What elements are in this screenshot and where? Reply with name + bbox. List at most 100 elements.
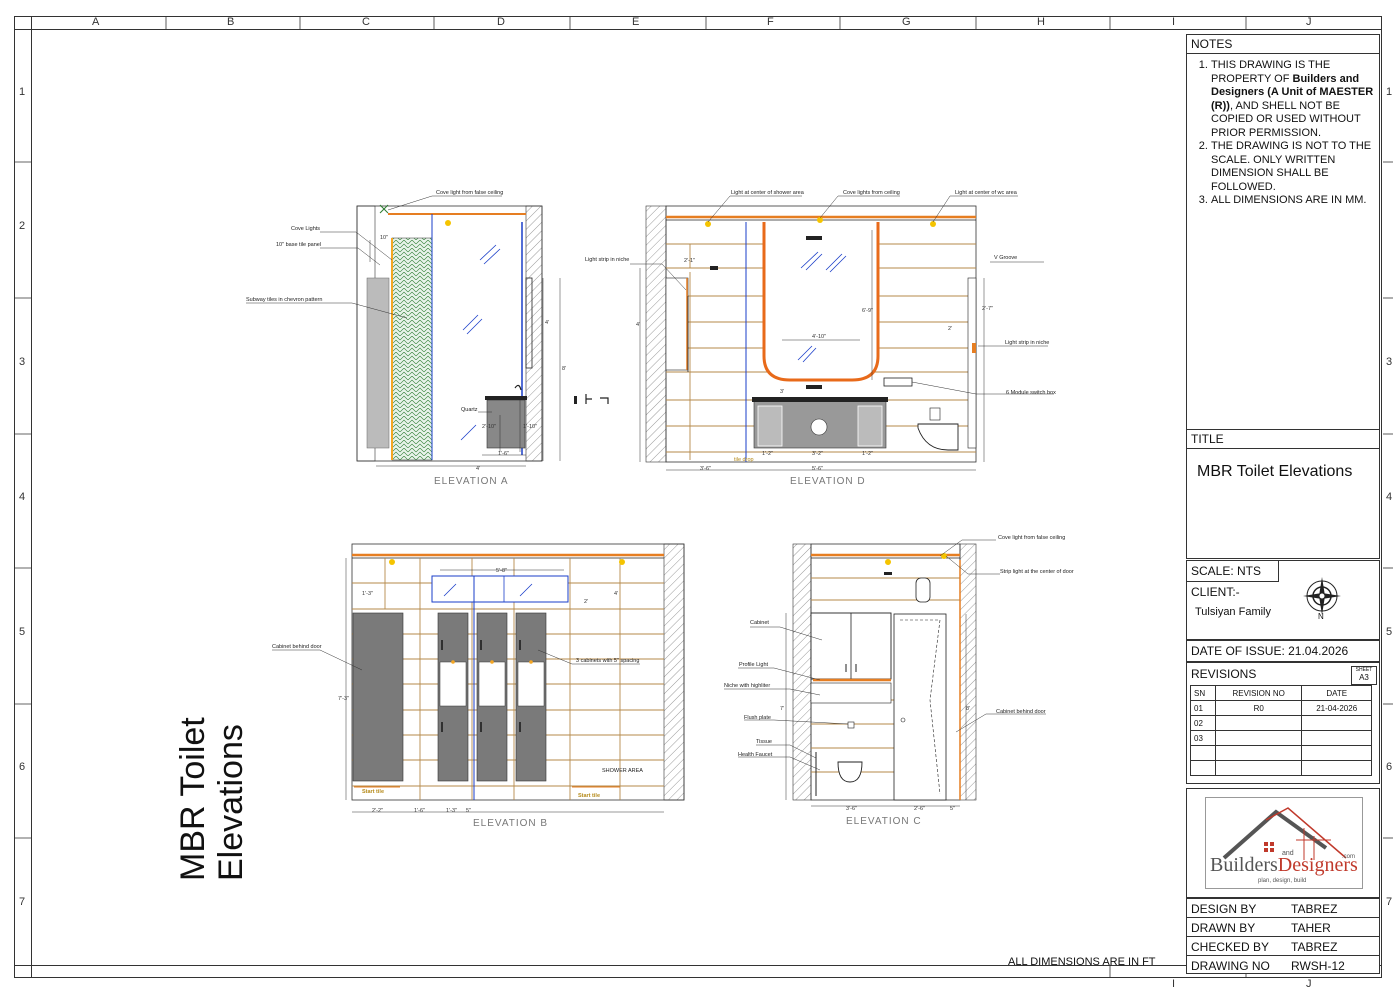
sheet-title-line1: MBR Toilet — [174, 717, 212, 881]
scale-client-panel: SCALE: NTS CLIENT:- Tulsiyan Family N — [1186, 560, 1380, 640]
elevation-a-drawing — [246, 195, 609, 467]
table-row: 02 — [1190, 715, 1372, 731]
dim-b-2-2: 2'-2" — [372, 808, 383, 814]
note-1-suffix: , AND SHELL NOT BE COPIED OR USED WITHOU… — [1211, 99, 1361, 139]
dim-c-7: 7' — [780, 706, 784, 712]
label-d-niche-strip-2: Light strip in niche — [1005, 340, 1049, 346]
dim-d-1-2-left: 1'-2" — [762, 451, 773, 457]
note-2: THE DRAWING IS NOT TO THE SCALE. ONLY WR… — [1211, 140, 1375, 194]
elevation-d-title: ELEVATION D — [790, 476, 866, 487]
label-d-cove-lights: Cove lights from ceiling — [843, 190, 900, 196]
signatures-panel: DESIGN BY TABREZ DRAWN BY TAHER CHECKED BY… — [1186, 898, 1380, 974]
logo-builders: Builders — [1210, 854, 1278, 876]
dim-a-1-10: 1'-10" — [523, 424, 537, 430]
label-c-niche: Niche with highliter — [724, 683, 770, 689]
dim-b-2: 2' — [584, 599, 588, 605]
dim-c-2-6: 2'-6" — [914, 806, 925, 812]
label-a-subway-tiles: Subway tiles in chevron pattern — [246, 297, 322, 303]
north-arrow-icon — [1303, 577, 1341, 615]
rev-cell — [1301, 745, 1372, 761]
dim-c-5in: 5" — [950, 806, 955, 812]
dim-d-2: 2' — [948, 326, 952, 332]
elevation-a-title: ELEVATION A — [434, 476, 509, 487]
rev-cell — [1214, 760, 1303, 776]
table-row — [1190, 760, 1372, 776]
rev-cell — [1214, 715, 1303, 731]
dim-d-2-7: 2'-7" — [982, 306, 993, 312]
dim-a-1-6: 1'-6" — [498, 451, 509, 457]
dim-b-5-8: 5'-8" — [496, 568, 507, 574]
dim-b-4: 4' — [614, 591, 618, 597]
dim-c-3-6: 3'-6" — [846, 806, 857, 812]
label-b-start-tile-1: Start tile — [362, 789, 384, 795]
rev-cell — [1190, 745, 1216, 761]
logo-wordmark: BuildersDesigners — [1210, 854, 1358, 877]
rev-cell — [1301, 730, 1372, 746]
label-b-shower-area: SHOWER AREA — [602, 768, 643, 774]
title-heading: TITLE — [1187, 430, 1379, 449]
label-d-tile-drop: tile drop — [734, 457, 754, 463]
label-c-health-faucet: Health Faucet — [738, 752, 773, 758]
scale: SCALE: NTS — [1187, 561, 1279, 582]
logo-and: and — [1282, 850, 1294, 857]
label-a-base-tile: 10" base tile panel — [276, 242, 321, 248]
dim-d-4: 4' — [636, 322, 640, 328]
design-by-value: TABREZ — [1291, 902, 1338, 916]
elevation-c-title: ELEVATION C — [846, 816, 922, 827]
rev-cell: R0 — [1214, 700, 1303, 716]
rev-cell: 03 — [1190, 730, 1216, 746]
label-c-strip-light: Strip light at the center of door — [1000, 569, 1074, 575]
label-d-niche-strip: Light strip in niche — [585, 257, 629, 263]
title-panel: TITLE MBR Toilet Elevations — [1186, 429, 1380, 559]
logo: BuildersDesigners and .com plan, design,… — [1205, 797, 1363, 889]
label-c-profile-light: Profile Light — [739, 662, 769, 668]
label-a-quartz: Quartz — [461, 407, 478, 413]
revisions-panel: REVISIONS SHEET A3 SN REVISION NO DATE 0… — [1186, 662, 1380, 784]
label-a-cove-lights: Cove Lights — [291, 226, 320, 232]
label-b-start-tile-2: Start tile — [578, 793, 600, 799]
dim-d-3-6: 3'-6" — [700, 466, 711, 472]
rev-header-sn: SN — [1190, 685, 1216, 701]
label-b-3-cabinets: 3 cabinets with 5" spacing — [576, 658, 639, 664]
label-c-cabinet-door: Cabinet behind door — [996, 709, 1046, 715]
dim-a-2-10: 2'-10" — [482, 424, 496, 430]
checked-by-row: CHECKED BY TABREZ — [1187, 937, 1379, 956]
dim-d-2-1: 2'-1" — [684, 258, 695, 264]
dim-a-10in: 10" — [380, 235, 388, 241]
notes-heading: NOTES — [1187, 35, 1379, 54]
label-a-cove-light: Cove light from false ceiling — [436, 190, 503, 196]
date-of-issue-panel: DATE OF ISSUE: 21.04.2026 — [1186, 640, 1380, 662]
rev-header-date: DATE — [1301, 685, 1372, 701]
revisions-header-row: SN REVISION NO DATE — [1190, 685, 1372, 701]
client-label: CLIENT:- — [1191, 585, 1240, 599]
logo-tagline: plan, design, build — [1258, 878, 1307, 884]
dim-b-1-6: 1'-6" — [414, 808, 425, 814]
sheet-size-box: SHEET A3 — [1351, 666, 1377, 685]
label-c-cabinet: Cabinet — [750, 620, 769, 626]
rev-cell — [1214, 745, 1303, 761]
label-c-tissue: Tissue — [756, 739, 772, 745]
dim-a-4-bottom: 4' — [476, 466, 480, 472]
dim-b-1-3: 1'-3" — [362, 591, 373, 597]
notes-panel: NOTES THIS DRAWING IS THE PROPERTY OF Bu… — [1186, 34, 1380, 452]
note-3: ALL DIMENSIONS ARE IN MM. — [1211, 194, 1375, 208]
dim-c-8: 8' — [966, 706, 970, 712]
rev-cell — [1190, 760, 1216, 776]
client-name: Tulsiyan Family — [1195, 606, 1271, 618]
drawing-title: MBR Toilet Elevations — [1197, 463, 1353, 480]
dim-b-7-3: 7'-3" — [338, 696, 349, 702]
elevation-d-drawing — [630, 195, 1054, 471]
dim-d-1-2-right: 1'-2" — [862, 451, 873, 457]
dim-b-1-3-bottom: 1'-3" — [446, 808, 457, 814]
design-by-label: DESIGN BY — [1191, 902, 1257, 916]
rev-cell: 01 — [1190, 700, 1216, 716]
dimensions-note: ALL DIMENSIONS ARE IN FT — [1008, 956, 1156, 968]
dim-d-4-10: 4'-10" — [812, 334, 826, 340]
note-1: THIS DRAWING IS THE PROPERTY OF Builders… — [1211, 59, 1375, 140]
rev-header-revision: REVISION NO — [1214, 685, 1303, 701]
drawing-no-value: RWSH-12 — [1291, 959, 1345, 973]
design-by-row: DESIGN BY TABREZ — [1187, 899, 1379, 918]
drawn-by-row: DRAWN BY TAHER — [1187, 918, 1379, 937]
rev-cell — [1301, 760, 1372, 776]
dim-d-6-9: 6'-9" — [862, 308, 873, 314]
